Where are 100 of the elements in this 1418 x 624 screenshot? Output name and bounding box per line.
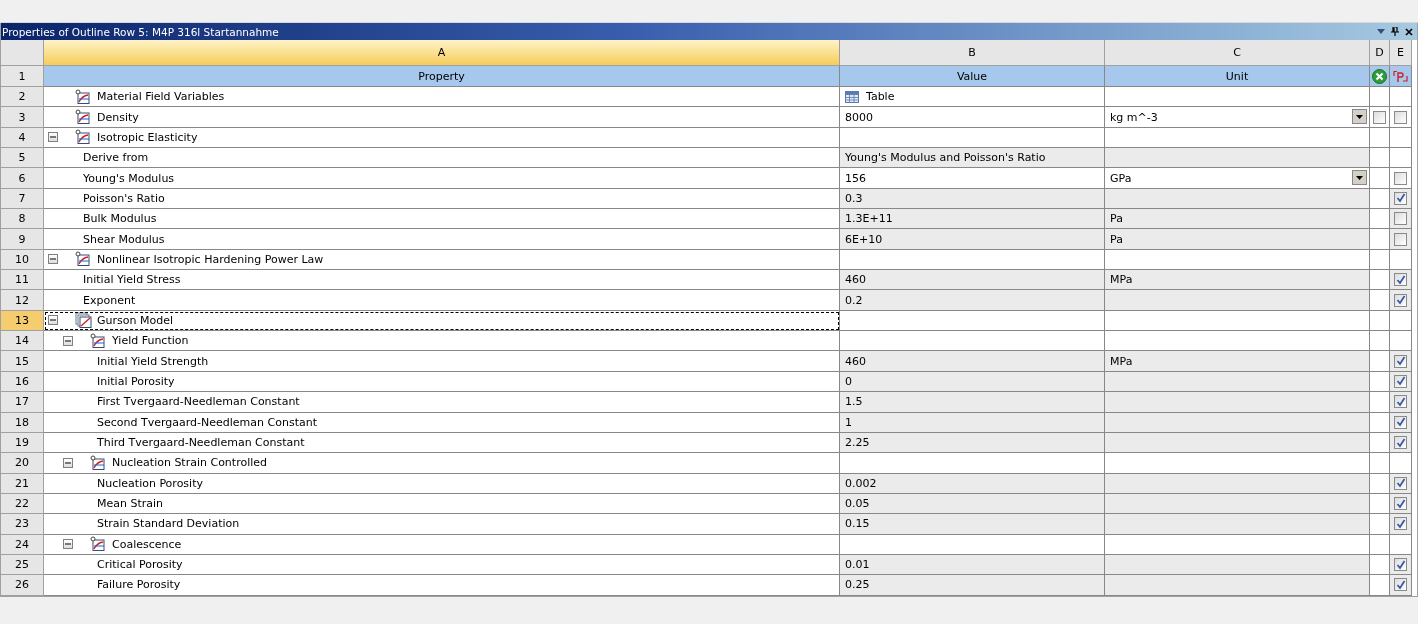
unit-cell[interactable] (1105, 331, 1370, 352)
property-cell[interactable]: Nonlinear Isotropic Hardening Power Law (44, 249, 840, 271)
column-header[interactable]: B (840, 40, 1105, 66)
value-cell[interactable]: 0.2 (840, 290, 1105, 311)
unit-cell[interactable]: GPa (1105, 168, 1370, 189)
unit-cell[interactable]: kg m^-3 (1105, 107, 1370, 128)
value-cell[interactable]: 1 (840, 412, 1105, 433)
unit-cell[interactable]: Pa (1105, 229, 1370, 250)
row-number[interactable]: 10 (1, 249, 44, 271)
value-cell[interactable]: 460 (840, 270, 1105, 291)
property-cell[interactable]: Yield Function (44, 331, 840, 352)
row-number[interactable]: 4 (1, 127, 44, 149)
property-cell[interactable]: Young's Modulus (44, 168, 840, 189)
dropdown-button[interactable] (1352, 170, 1367, 186)
property-cell[interactable]: Gurson Model (44, 310, 840, 332)
row-number[interactable]: 11 (1, 270, 44, 291)
property-cell[interactable]: Poisson's Ratio (44, 188, 840, 210)
value-cell[interactable]: 8000 (840, 107, 1105, 128)
property-cell[interactable]: Initial Yield Stress (44, 270, 840, 291)
row-number[interactable]: 12 (1, 290, 44, 311)
row-number[interactable]: 19 (1, 432, 44, 454)
property-cell[interactable]: Density (44, 107, 840, 128)
column-header[interactable]: C (1105, 40, 1370, 66)
row-number[interactable]: 22 (1, 493, 44, 515)
collapse-toggle[interactable] (48, 315, 58, 326)
row-number[interactable]: 5 (1, 148, 44, 169)
checkbox[interactable] (1394, 497, 1407, 511)
unit-cell[interactable]: MPa (1105, 351, 1370, 372)
checkbox[interactable] (1394, 517, 1407, 531)
row-number[interactable]: 15 (1, 351, 44, 372)
value-cell[interactable]: 0 (840, 371, 1105, 393)
value-cell[interactable] (840, 249, 1105, 271)
value-cell[interactable]: 2.25 (840, 432, 1105, 454)
row-number[interactable]: 13 (1, 310, 44, 332)
unit-cell[interactable] (1105, 453, 1370, 474)
checkbox[interactable] (1394, 395, 1407, 409)
property-cell[interactable]: Nucleation Strain Controlled (44, 453, 840, 474)
unit-cell[interactable] (1105, 534, 1370, 555)
checkbox[interactable] (1394, 232, 1407, 246)
property-cell[interactable]: Coalescence (44, 534, 840, 555)
row-number[interactable]: 21 (1, 473, 44, 494)
collapse-toggle[interactable] (63, 457, 73, 468)
unit-cell[interactable] (1105, 473, 1370, 494)
property-cell[interactable]: Second Tvergaard-Needleman Constant (44, 412, 840, 433)
unit-cell[interactable] (1105, 412, 1370, 433)
checkbox[interactable] (1394, 191, 1407, 205)
checkbox[interactable] (1394, 212, 1407, 226)
checkbox[interactable] (1394, 273, 1407, 287)
value-cell[interactable]: 0.05 (840, 493, 1105, 515)
value-cell[interactable]: 0.15 (840, 514, 1105, 535)
collapse-toggle[interactable] (48, 132, 58, 143)
value-cell[interactable]: 0.01 (840, 554, 1105, 576)
property-cell[interactable]: Critical Porosity (44, 554, 840, 576)
unit-cell[interactable] (1105, 493, 1370, 515)
row-number[interactable]: 7 (1, 188, 44, 210)
row-number[interactable]: 23 (1, 514, 44, 535)
close-icon[interactable] (1405, 27, 1413, 36)
row-number[interactable]: 26 (1, 575, 44, 596)
row-number[interactable]: 2 (1, 87, 44, 108)
value-cell[interactable] (840, 453, 1105, 474)
checkbox[interactable] (1394, 436, 1407, 449)
checkbox[interactable] (1394, 354, 1407, 368)
value-cell[interactable]: Table (840, 87, 1105, 108)
checkbox[interactable] (1394, 578, 1407, 592)
property-cell[interactable]: Failure Porosity (44, 575, 840, 596)
property-cell[interactable]: Nucleation Porosity (44, 473, 840, 494)
row-number[interactable]: 8 (1, 209, 44, 230)
property-cell[interactable]: Material Field Variables (44, 87, 840, 108)
column-header[interactable]: E (1390, 40, 1412, 66)
value-cell[interactable]: 156 (840, 168, 1105, 189)
checkbox[interactable] (1394, 110, 1407, 124)
property-cell[interactable]: First Tvergaard-Needleman Constant (44, 392, 840, 413)
collapse-toggle[interactable] (63, 539, 73, 550)
unit-cell[interactable] (1105, 554, 1370, 576)
property-cell[interactable]: Initial Porosity (44, 371, 840, 393)
property-cell[interactable]: Isotropic Elasticity (44, 127, 840, 149)
property-cell[interactable]: Shear Modulus (44, 229, 840, 250)
pin-icon[interactable] (1391, 27, 1399, 36)
property-cell[interactable]: Bulk Modulus (44, 209, 840, 230)
value-cell[interactable]: 1.5 (840, 392, 1105, 413)
unit-cell[interactable]: MPa (1105, 270, 1370, 291)
unit-cell[interactable] (1105, 188, 1370, 210)
value-cell[interactable]: 1.3E+11 (840, 209, 1105, 230)
row-number[interactable]: 20 (1, 453, 44, 474)
dropdown-button[interactable] (1352, 109, 1367, 125)
unit-cell[interactable] (1105, 290, 1370, 311)
row-number[interactable]: 17 (1, 392, 44, 413)
property-cell[interactable]: Mean Strain (44, 493, 840, 515)
unit-cell[interactable] (1105, 432, 1370, 454)
value-cell[interactable]: 0.25 (840, 575, 1105, 596)
column-header[interactable]: A (44, 40, 840, 66)
value-cell[interactable] (840, 127, 1105, 149)
column-header[interactable]: D (1370, 40, 1390, 66)
property-cell[interactable]: Third Tvergaard-Needleman Constant (44, 432, 840, 454)
value-cell[interactable]: Young's Modulus and Poisson's Ratio (840, 148, 1105, 169)
property-cell[interactable]: Exponent (44, 290, 840, 311)
unit-cell[interactable] (1105, 392, 1370, 413)
checkbox[interactable] (1394, 171, 1407, 185)
checkbox[interactable] (1394, 293, 1407, 307)
value-cell[interactable] (840, 331, 1105, 352)
